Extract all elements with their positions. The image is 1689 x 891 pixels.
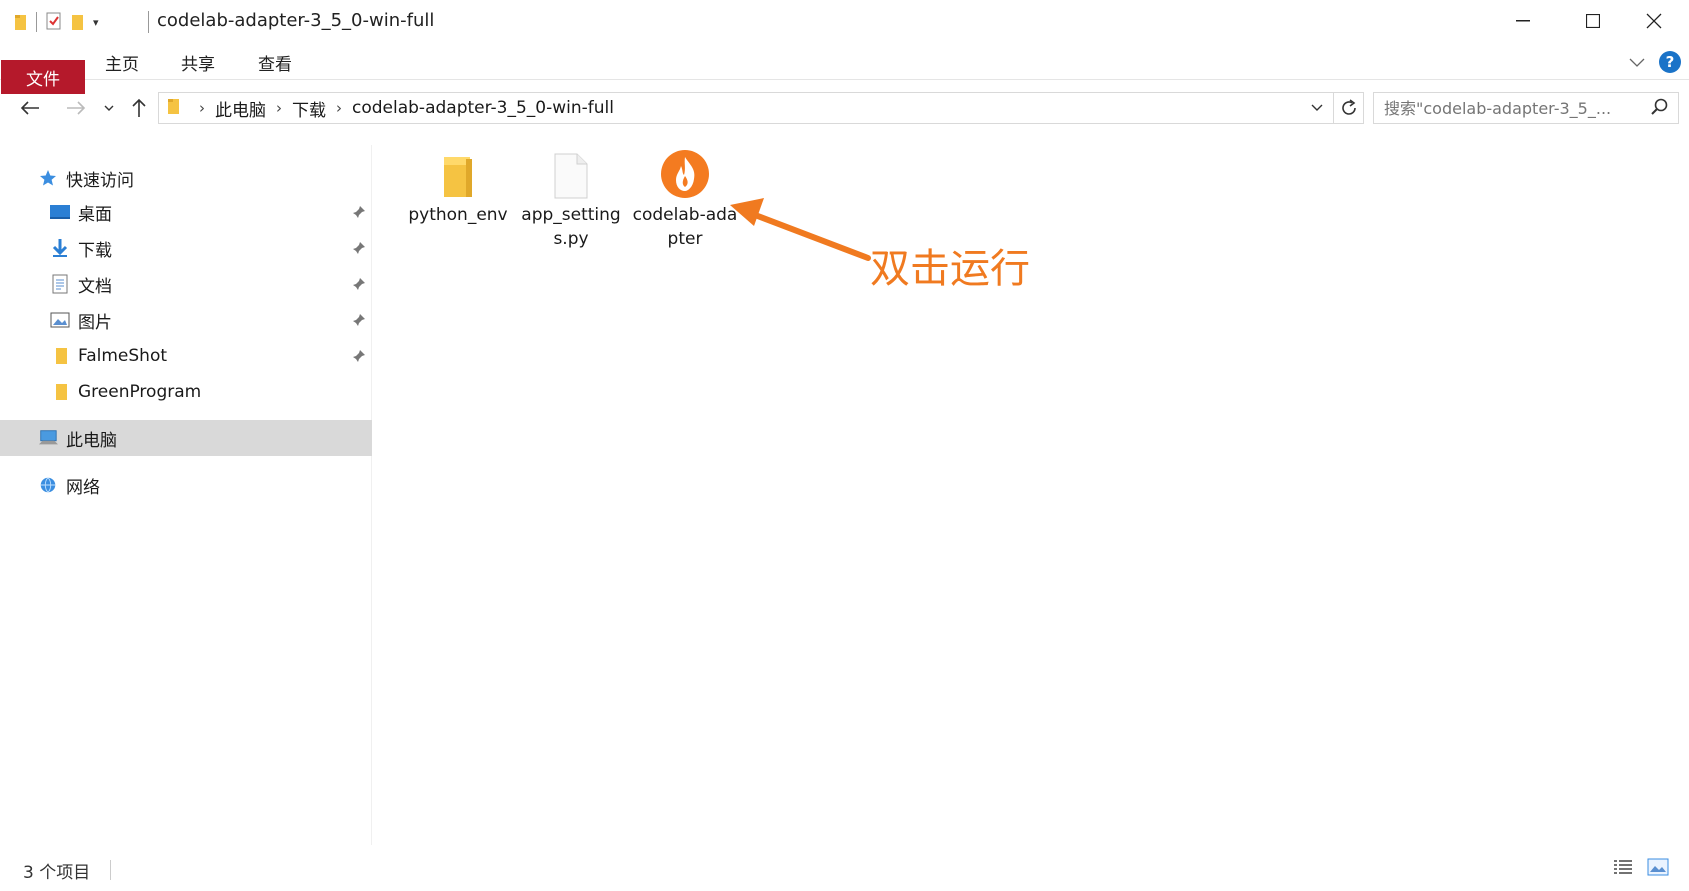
view-switcher (1613, 858, 1669, 880)
tab-view[interactable]: 查看 (249, 45, 301, 79)
file-name: app_settings.py (521, 205, 621, 249)
search-input[interactable] (1384, 98, 1634, 118)
breadcrumb: › 此电脑 › 下载 › codelab-adapter-3_5_0-win-f… (189, 96, 614, 121)
picture-icon (50, 310, 70, 330)
sidebar-item-label: 下载 (78, 240, 112, 261)
address-bar[interactable]: › 此电脑 › 下载 › codelab-adapter-3_5_0-win-f… (158, 92, 1334, 124)
sidebar-item-falmeshot[interactable]: FalmeShot (0, 338, 372, 374)
chevron-right-icon[interactable]: › (276, 99, 282, 117)
sidebar-item-this-pc[interactable]: 此电脑 (0, 420, 372, 456)
title-separator (148, 11, 149, 33)
window-title: codelab-adapter-3_5_0-win-full (157, 10, 435, 31)
desktop-icon (50, 202, 70, 222)
file-item[interactable]: python_env (403, 145, 513, 227)
title-bar: ▾ codelab-adapter-3_5_0-win-full (0, 0, 1689, 42)
status-bar: 3 个项目 (0, 848, 1689, 891)
breadcrumb-this-pc[interactable]: 此电脑 (215, 96, 266, 121)
folder-icon (403, 145, 513, 199)
sidebar-item-documents[interactable]: 文档 (0, 266, 372, 302)
help-icon[interactable]: ? (1659, 51, 1681, 73)
chevron-right-icon[interactable]: › (199, 99, 205, 117)
ribbon: 文件 主页 共享 查看 ? (0, 45, 1689, 94)
file-item[interactable]: codelab-adapter (630, 145, 740, 251)
back-button[interactable] (16, 94, 44, 122)
navigation-pane: 快速访问 桌面 下载 文档 图片 FalmeShot GreenProgram … (0, 145, 372, 845)
document-icon (50, 274, 70, 294)
minimize-button[interactable] (1488, 0, 1558, 42)
customize-qat-icon[interactable]: ▾ (93, 16, 99, 29)
pin-icon[interactable] (352, 240, 366, 260)
download-icon (50, 238, 70, 258)
network-icon (38, 475, 58, 495)
quick-access-toolbar: ▾ (14, 10, 99, 34)
refresh-button[interactable] (1334, 92, 1364, 124)
sidebar-item-label: 图片 (78, 312, 112, 333)
item-count: 3 个项目 (23, 863, 91, 883)
flame-app-icon (630, 145, 740, 199)
search-box[interactable] (1373, 92, 1679, 124)
details-view-icon[interactable] (1613, 858, 1633, 880)
status-separator (110, 860, 111, 880)
folder-icon (14, 13, 28, 31)
file-name: python_env (408, 205, 508, 225)
pin-icon[interactable] (352, 204, 366, 224)
properties-icon[interactable] (45, 10, 63, 34)
forward-button[interactable] (62, 94, 90, 122)
tab-share[interactable]: 共享 (172, 45, 224, 79)
sidebar-item-network[interactable]: 网络 (0, 467, 372, 503)
computer-icon (38, 428, 58, 448)
sidebar-item-label: GreenProgram (78, 382, 202, 402)
ribbon-controls: ? (1629, 51, 1681, 73)
sidebar-item-label: 此电脑 (66, 430, 117, 451)
file-icon (516, 145, 626, 199)
sidebar-item-quick-access[interactable]: 快速访问 (0, 160, 372, 196)
pin-icon[interactable] (352, 348, 366, 368)
file-item[interactable]: app_settings.py (516, 145, 626, 251)
file-list: python_env app_settings.py codelab-adapt… (373, 130, 1689, 845)
sidebar-item-label: 桌面 (78, 204, 112, 225)
sidebar-item-label: 文档 (78, 276, 112, 297)
sidebar-item-downloads[interactable]: 下载 (0, 230, 372, 266)
folder-icon (167, 97, 181, 119)
folder-icon (52, 346, 72, 366)
search-icon[interactable] (1650, 97, 1670, 122)
navigation-bar: › 此电脑 › 下载 › codelab-adapter-3_5_0-win-f… (0, 88, 1689, 128)
up-button[interactable] (126, 94, 152, 122)
pin-icon[interactable] (352, 312, 366, 332)
maximize-button[interactable] (1558, 0, 1628, 42)
sidebar-item-greenprogram[interactable]: GreenProgram (0, 374, 372, 410)
close-button[interactable] (1619, 0, 1689, 42)
tab-home[interactable]: 主页 (96, 45, 148, 79)
sidebar-item-pictures[interactable]: 图片 (0, 302, 372, 338)
expand-ribbon-icon[interactable] (1629, 53, 1645, 72)
qat-separator (36, 12, 37, 32)
new-folder-icon[interactable] (71, 13, 85, 31)
breadcrumb-current-folder[interactable]: codelab-adapter-3_5_0-win-full (352, 98, 614, 118)
chevron-down-icon[interactable] (1311, 100, 1323, 116)
sidebar-item-label: 网络 (66, 477, 100, 498)
star-icon (38, 168, 58, 188)
sidebar-item-desktop[interactable]: 桌面 (0, 194, 372, 230)
large-icons-view-icon[interactable] (1647, 858, 1669, 880)
folder-icon (52, 382, 72, 402)
pin-icon[interactable] (352, 276, 366, 296)
recent-locations-icon[interactable] (100, 94, 118, 122)
file-name: codelab-adapter (632, 205, 738, 249)
breadcrumb-downloads[interactable]: 下载 (292, 96, 326, 121)
sidebar-item-label: 快速访问 (66, 170, 134, 191)
sidebar-item-label: FalmeShot (78, 346, 168, 366)
annotation-text: 双击运行 (870, 246, 1030, 292)
chevron-right-icon[interactable]: › (336, 99, 342, 117)
